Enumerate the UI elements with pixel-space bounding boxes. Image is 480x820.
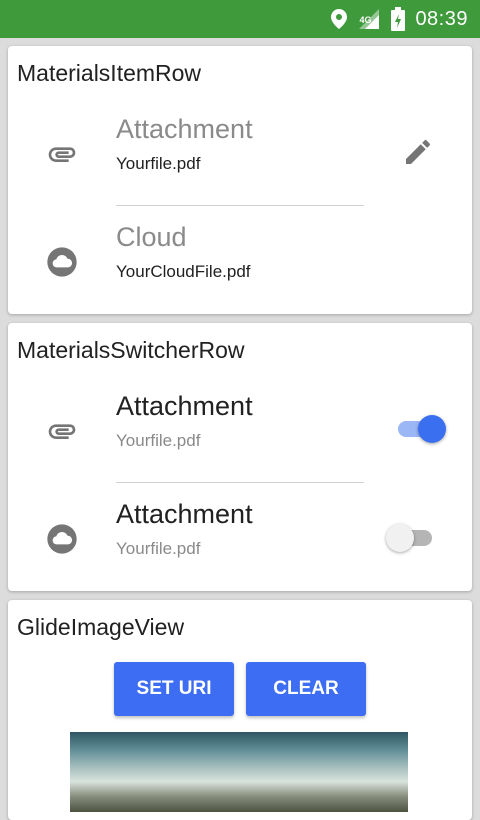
materials-item-row-card: MaterialsItemRow Attachment Yourfile.pdf…	[8, 46, 472, 314]
attachment-icon	[46, 138, 78, 170]
row-title: Attachment	[116, 499, 253, 529]
glide-image-view-card: GlideImageView SET URI CLEAR	[8, 600, 472, 820]
row-subtitle: YourCloudFile.pdf	[116, 262, 251, 281]
row-title: Attachment	[116, 114, 253, 144]
battery-icon	[391, 7, 406, 31]
row-title: Cloud	[116, 222, 187, 252]
image-preview	[70, 732, 408, 812]
row-divider	[116, 205, 364, 206]
cloud-icon	[46, 246, 78, 278]
row-title: Attachment	[116, 391, 253, 421]
attachment-switch[interactable]	[396, 415, 448, 443]
switch-thumb	[386, 524, 414, 552]
location-icon	[331, 9, 348, 29]
set-uri-button[interactable]: SET URI	[114, 662, 234, 716]
edit-icon[interactable]	[402, 136, 434, 168]
signal-icon: 4G	[357, 7, 381, 31]
attachment-icon	[46, 415, 78, 447]
row-divider	[116, 482, 364, 483]
card-title: MaterialsItemRow	[17, 60, 202, 86]
card-title: MaterialsSwitcherRow	[17, 337, 245, 363]
clear-button[interactable]: CLEAR	[246, 662, 366, 716]
switch-thumb	[418, 415, 446, 443]
cloud-icon	[46, 523, 78, 555]
row-subtitle: Yourfile.pdf	[116, 154, 201, 173]
status-time: 08:39	[415, 7, 468, 30]
row-subtitle: Yourfile.pdf	[116, 539, 201, 558]
network-type-label: 4G	[359, 15, 372, 25]
materials-switcher-row-card: MaterialsSwitcherRow Attachment Yourfile…	[8, 323, 472, 591]
row-subtitle: Yourfile.pdf	[116, 431, 201, 450]
status-bar: 4G 08:39	[0, 0, 480, 38]
cloud-switch[interactable]	[386, 524, 438, 552]
card-title: GlideImageView	[17, 614, 185, 640]
